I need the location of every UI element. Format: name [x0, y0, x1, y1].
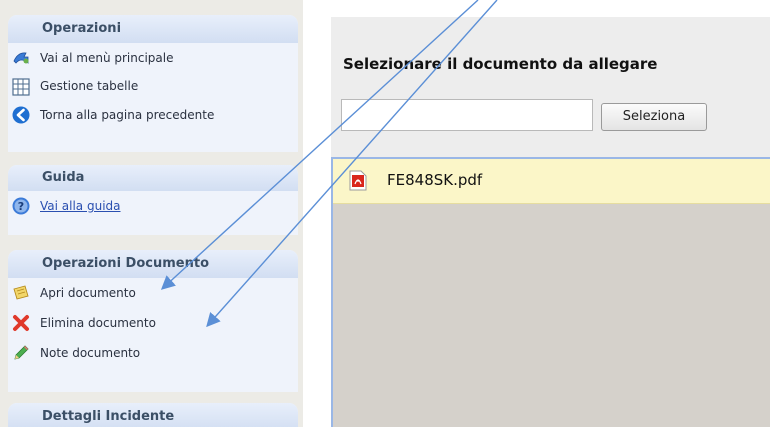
- document-list: FE848SK.pdf: [331, 157, 770, 427]
- sidebar-item-gestione-tabelle[interactable]: Gestione tabelle: [8, 73, 298, 100]
- panel-title-operazioni-documento: Operazioni Documento: [8, 250, 298, 278]
- sidebar-item-torna-indietro[interactable]: Torna alla pagina precedente: [8, 100, 298, 130]
- table-icon: [12, 77, 30, 96]
- page-title: Selezionare il documento da allegare: [343, 55, 658, 73]
- sidebar-item-label: Gestione tabelle: [40, 79, 139, 93]
- panel-title-guida: Guida: [8, 165, 298, 191]
- list-item[interactable]: FE848SK.pdf: [333, 159, 770, 204]
- sidebar-item-label: Apri documento: [40, 286, 136, 300]
- pdf-icon: [349, 170, 367, 191]
- sidebar-item-label: Elimina documento: [40, 316, 156, 330]
- sidebar-item-apri-documento[interactable]: Apri documento: [8, 278, 298, 308]
- panel-operazioni: Operazioni Vai al menù principale Gestio…: [8, 15, 298, 152]
- file-path-input[interactable]: [341, 99, 593, 131]
- sidebar-item-vai-alla-guida[interactable]: ? Vai alla guida: [8, 191, 298, 221]
- panel-title-dettagli-incidente: Dettagli Incidente: [8, 403, 298, 427]
- panel-dettagli-incidente: Dettagli Incidente: [8, 403, 298, 427]
- open-document-icon: [13, 285, 29, 300]
- panel-operazioni-documento: Operazioni Documento Apri documento Elim…: [8, 250, 298, 392]
- sidebar-item-label: Torna alla pagina precedente: [40, 108, 215, 122]
- pencil-icon: [14, 345, 29, 360]
- back-arrow-icon: [12, 106, 30, 124]
- main-content: Selezionare il documento da allegare Sel…: [303, 0, 770, 427]
- panel-guida: Guida ? Vai alla guida: [8, 165, 298, 235]
- sidebar: Operazioni Vai al menù principale Gestio…: [0, 0, 303, 427]
- upload-panel: Selezionare il documento da allegare Sel…: [331, 17, 770, 427]
- home-icon: [13, 52, 29, 64]
- sidebar-item-note-documento[interactable]: Note documento: [8, 338, 298, 368]
- sidebar-item-label[interactable]: Vai alla guida: [40, 199, 121, 213]
- svg-text:?: ?: [18, 200, 24, 213]
- select-button[interactable]: Seleziona: [601, 103, 707, 131]
- sidebar-item-elimina-documento[interactable]: Elimina documento: [8, 308, 298, 338]
- sidebar-item-menu-principale[interactable]: Vai al menù principale: [8, 43, 298, 73]
- help-icon: ?: [12, 197, 30, 215]
- sidebar-item-label: Vai al menù principale: [40, 51, 174, 65]
- sidebar-item-label: Note documento: [40, 346, 141, 360]
- delete-icon: [13, 315, 29, 331]
- panel-title-operazioni: Operazioni: [8, 15, 298, 43]
- file-name: FE848SK.pdf: [387, 171, 483, 189]
